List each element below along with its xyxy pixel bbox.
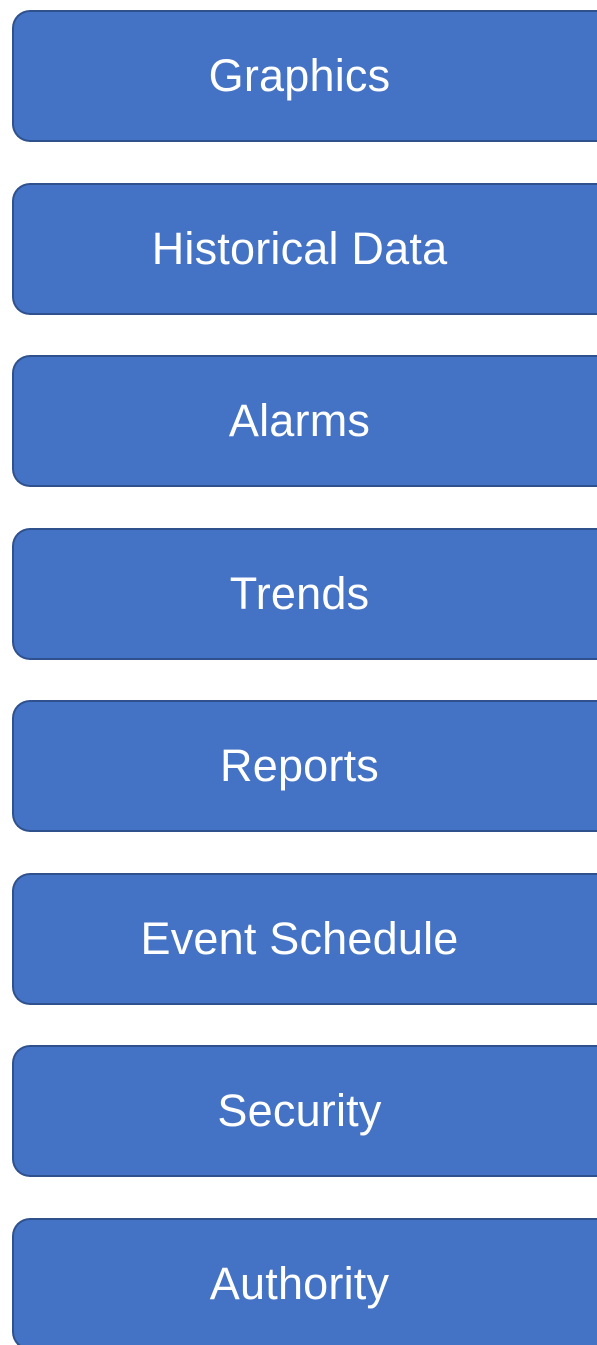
historical-data-button-label: Historical Data [151,223,448,274]
authority-button[interactable]: Authority [12,1218,597,1345]
navigation-menu: Graphics Historical Data Alarms Trends R… [0,0,597,1345]
event-schedule-button[interactable]: Event Schedule [12,873,597,1005]
authority-button-label: Authority [209,1258,390,1309]
security-button[interactable]: Security [12,1045,597,1177]
graphics-button-label: Graphics [208,50,391,101]
historical-data-button[interactable]: Historical Data [12,183,597,315]
reports-button[interactable]: Reports [12,700,597,832]
trends-button[interactable]: Trends [12,528,597,660]
security-button-label: Security [217,1085,382,1136]
reports-button-label: Reports [220,740,379,791]
graphics-button[interactable]: Graphics [12,10,597,142]
event-schedule-button-label: Event Schedule [140,913,459,964]
alarms-button-label: Alarms [228,395,371,446]
alarms-button[interactable]: Alarms [12,355,597,487]
trends-button-label: Trends [229,568,370,619]
